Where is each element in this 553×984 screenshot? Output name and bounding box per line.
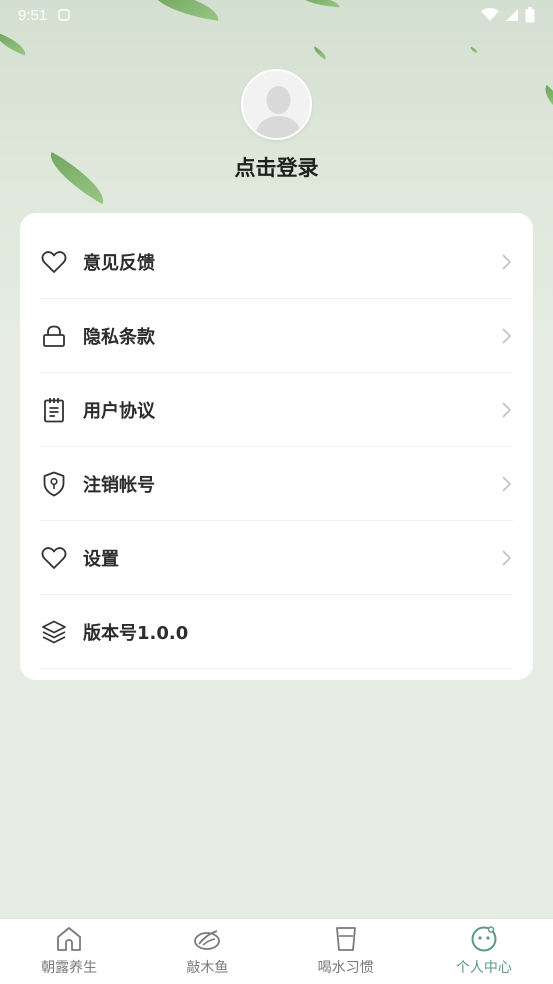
menu-item-delete-account[interactable]: 注销帐号 [40,447,513,521]
tab-drink-water[interactable]: 喝水习惯 [277,919,415,984]
menu-item-label: 隐私条款 [83,326,155,348]
chevron-right-icon [502,253,512,270]
menu-item-user-agreement[interactable]: 用户协议 [40,373,513,447]
chevron-right-icon [502,549,512,566]
tab-label: 敲木鱼 [186,960,229,976]
wifi-icon [481,8,499,21]
chevron-right-icon [502,327,512,344]
leaf-decoration [311,46,329,60]
battery-icon [525,7,535,23]
smile-face-icon [471,926,497,952]
menu-item-settings[interactable]: 设置 [40,521,513,595]
layers-icon [40,618,68,646]
clipboard-icon [40,396,68,424]
menu-item-privacy[interactable]: 隐私条款 [40,299,513,373]
menu-item-label: 意见反馈 [83,252,155,274]
tab-profile[interactable]: 个人中心 [415,919,553,984]
menu-item-label: 版本号1.0.0 [83,622,189,644]
notification-icon [58,9,70,21]
avatar[interactable] [241,69,312,140]
chevron-right-icon [502,401,512,418]
menu-item-label: 注销帐号 [83,474,155,496]
menu-card: 意见反馈 隐私条款 用户协议 注销帐号 设置 版本号1.0.0 [20,213,533,680]
shield-icon [40,470,68,498]
login-label[interactable]: 点击登录 [0,152,553,182]
signal-icon [506,9,518,21]
tab-health[interactable]: 朝露养生 [0,919,138,984]
tab-label: 个人中心 [455,960,512,976]
leaf-decoration [469,46,479,54]
menu-item-feedback[interactable]: 意见反馈 [40,225,513,299]
bottom-tab-bar: 朝露养生 敲木鱼 喝水习惯 个人中心 [0,918,553,984]
heart-icon [40,544,68,572]
wooden-fish-icon [194,930,221,950]
lock-icon [40,322,68,350]
menu-item-label: 设置 [83,548,119,570]
chevron-right-icon [502,475,512,492]
tab-label: 朝露养生 [41,960,98,976]
leaf-decoration [539,85,553,111]
menu-item-label: 用户协议 [83,400,155,422]
status-bar: 9:51 [0,0,553,30]
cup-icon [335,927,356,951]
heart-icon [40,248,68,276]
status-time: 9:51 [18,6,48,24]
tab-wooden-fish[interactable]: 敲木鱼 [138,919,276,984]
leaf-decoration [0,32,30,56]
tab-label: 喝水习惯 [317,960,374,976]
menu-item-version: 版本号1.0.0 [40,595,513,669]
home-icon [57,927,82,951]
